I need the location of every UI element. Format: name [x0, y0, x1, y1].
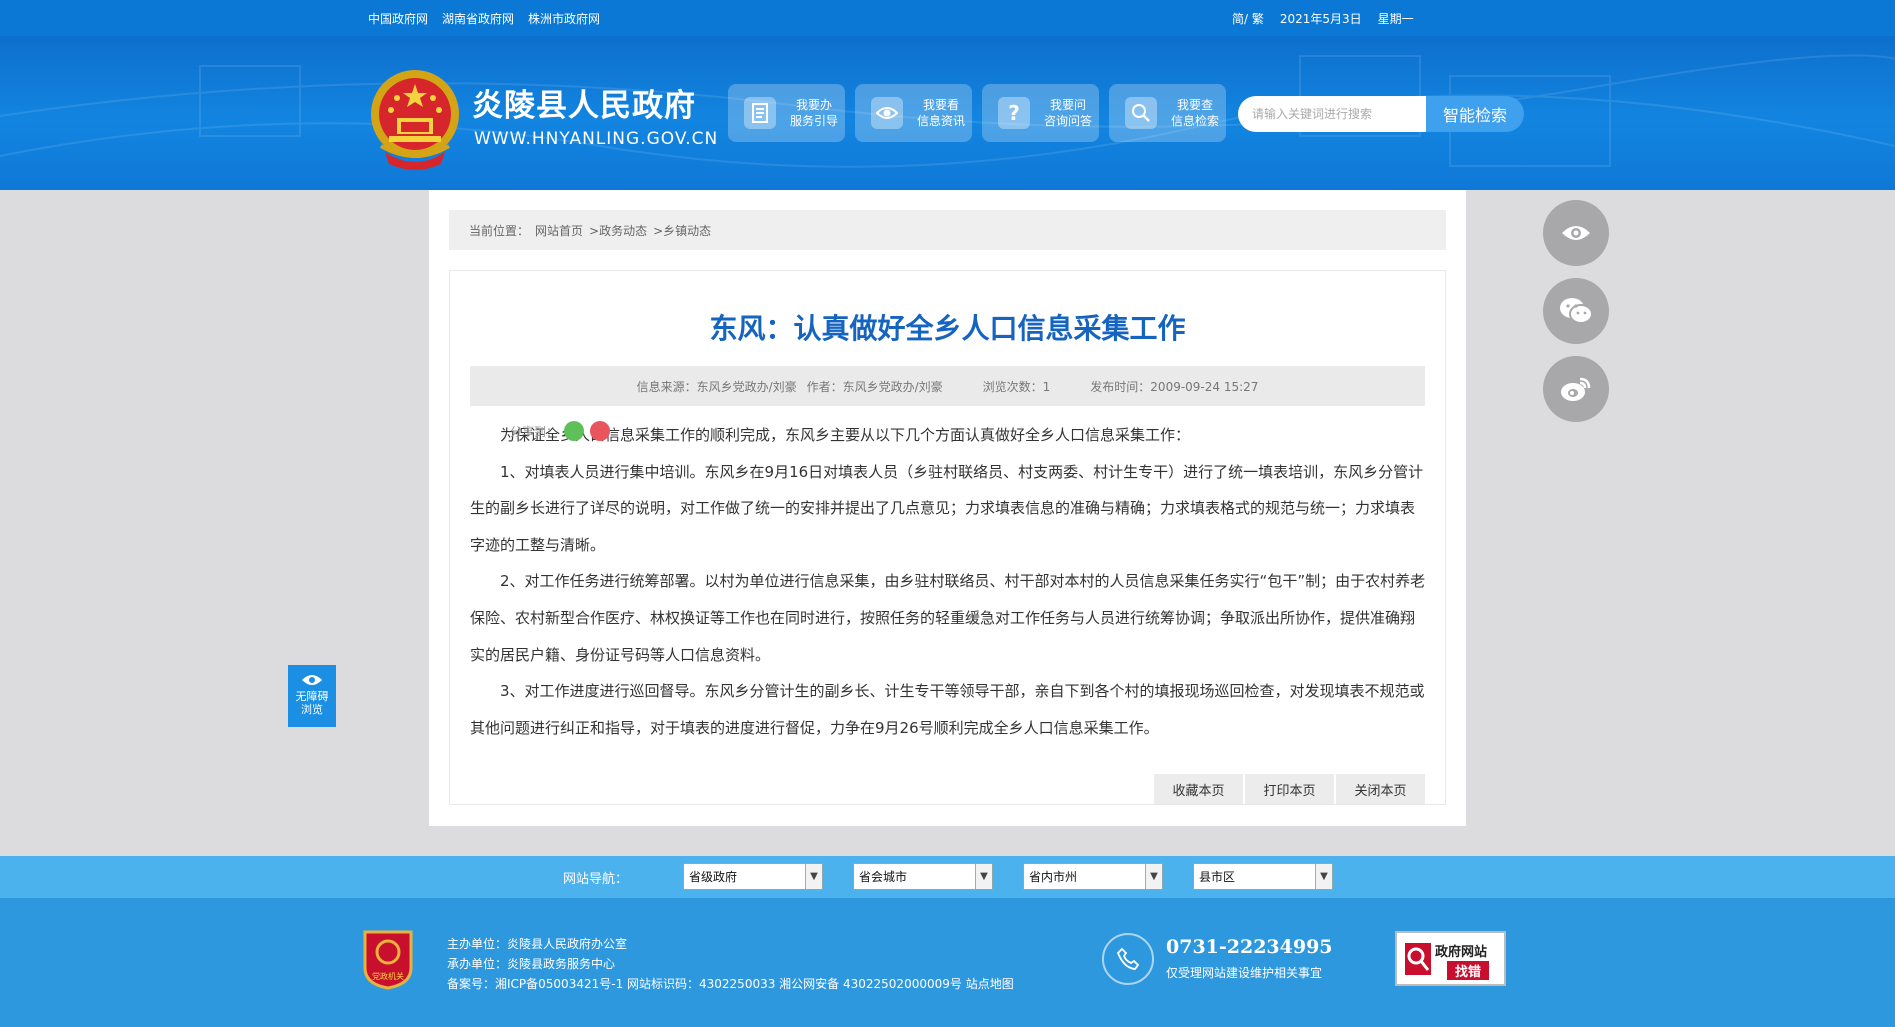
wechat-icon	[1560, 298, 1593, 324]
chevron-down-icon: ▼	[1315, 864, 1332, 889]
select-province-city-value: 省内市州	[1029, 870, 1078, 884]
nav-service-guide[interactable]: 我要办 服务引导	[728, 84, 845, 142]
gov-links: 中国政府网 湖南省政府网 株洲市政府网	[368, 10, 600, 27]
breadcrumb-label: 当前位置：	[469, 223, 530, 238]
footer-info: 主办单位：炎陵县人民政府办公室 承办单位：炎陵县政务服务中心 备案号：湘ICP备…	[447, 934, 1014, 994]
chevron-down-icon: ▼	[1145, 864, 1162, 889]
article-paragraph: 1、对填表人员进行集中培训。东风乡在9月16日对填表人员（乡驻村联络员、村支两委…	[470, 462, 1424, 554]
float-wechat-button[interactable]	[1543, 278, 1609, 344]
article-author: 作者：东风乡党政办/刘豪	[806, 379, 943, 394]
contact-phone-note: 仅受理网站建设维护相关事宜	[1166, 966, 1323, 980]
footer-record: 备案号：湘ICP备05003421号-1 网站标识码：4302250033 湘公…	[447, 977, 1014, 991]
report-error-line1: 政府网站	[1435, 945, 1488, 960]
float-weibo-button[interactable]	[1543, 356, 1609, 422]
footer-host: 主办单位：炎陵县人民政府办公室	[447, 937, 628, 951]
select-provincial-gov-value: 省级政府	[689, 870, 738, 884]
report-error-button[interactable]: 政府网站 找错	[1395, 931, 1506, 986]
article-title: 东风：认真做好全乡人口信息采集工作	[709, 312, 1186, 345]
article-views: 浏览次数：1	[982, 379, 1051, 394]
article-paragraph: 为保证全乡人口信息采集工作的顺利完成，东风乡主要从以下几个方面认真做好全乡人口信…	[500, 426, 1191, 444]
footer-nav: 网站导航： 省级政府 ▼ 省会城市 ▼ 省内市州 ▼ 县市区 ▼	[0, 856, 1895, 898]
bookmark-button[interactable]: 收藏本页	[1154, 774, 1243, 804]
site-domain: WWW.HNYANLING.GOV.CN	[474, 129, 719, 149]
current-date: 2021年5月3日	[1279, 12, 1362, 26]
article-paragraph: 2、对工作任务进行统筹部署。以村为单位进行信息采集，由乡驻村联络员、村干部对本村…	[470, 572, 1426, 664]
weibo-icon	[1561, 377, 1591, 401]
nav-info-label: 我要看 信息资讯	[917, 98, 966, 128]
chevron-down-icon: ▼	[805, 864, 822, 889]
close-page-button[interactable]: 关闭本页	[1336, 774, 1425, 804]
nav-consult-label: 我要问 咨询问答	[1044, 98, 1093, 128]
footer-nav-label: 网站导航：	[563, 872, 629, 887]
chevron-down-icon: ▼	[975, 864, 992, 889]
site-footer: 党政机关 主办单位：炎陵县人民政府办公室 承办单位：炎陵县政务服务中心 备案号：…	[0, 898, 1895, 1027]
select-capital-city[interactable]: 省会城市 ▼	[853, 863, 993, 890]
print-button[interactable]: 打印本页	[1245, 774, 1334, 804]
gov-link-zhuzhou[interactable]: 株洲市政府网	[528, 10, 600, 27]
contact-phone: 0731-22234995	[1166, 936, 1333, 958]
report-error-line2: 找错	[1447, 961, 1490, 980]
gov-link-hunan[interactable]: 湖南省政府网	[442, 10, 514, 27]
article-paragraph: 3、对工作进度进行巡回督导。东风乡分管计生的副乡长、计生专干等领导干部，亲自下到…	[470, 682, 1425, 737]
float-view-button[interactable]	[1543, 200, 1609, 266]
nav-consult[interactable]: ? 我要问 咨询问答	[982, 84, 1099, 142]
breadcrumb: 当前位置： 网站首页 >政务动态 >乡镇动态	[449, 210, 1446, 250]
share-wechat-icon[interactable]	[564, 421, 585, 441]
breadcrumb-home[interactable]: 网站首页	[535, 222, 583, 239]
eye-icon	[871, 97, 903, 129]
search-icon	[1405, 943, 1431, 975]
party-gov-badge-icon[interactable]: 党政机关	[361, 928, 415, 990]
current-weekday: 星期一	[1377, 12, 1414, 26]
svg-text:党政机关: 党政机关	[372, 971, 404, 981]
article-body: 为保证全乡人口信息采集工作的顺利完成，东风乡主要从以下几个方面认真做好全乡人口信…	[470, 417, 1428, 746]
select-capital-city-value: 省会城市	[859, 870, 908, 884]
footer-organizer: 承办单位：炎陵县政务服务中心	[447, 957, 616, 971]
nav-info[interactable]: 我要看 信息资讯	[855, 84, 972, 142]
article-actions: 收藏本页 打印本页 关闭本页	[1154, 774, 1425, 804]
eye-icon	[302, 675, 322, 685]
accessibility-button[interactable]: 无障碍 浏览	[288, 665, 336, 727]
accessibility-label-2: 浏览	[301, 703, 323, 716]
breadcrumb-news[interactable]: >政务动态	[589, 222, 647, 239]
share-bar: 分享到：	[510, 421, 611, 441]
phone-icon	[1102, 933, 1154, 985]
search-input[interactable]	[1238, 96, 1426, 132]
breadcrumb-township[interactable]: >乡镇动态	[653, 222, 711, 239]
national-emblem-icon	[371, 70, 459, 170]
nav-search-info[interactable]: 我要查 信息检索	[1109, 84, 1226, 142]
document-icon	[744, 97, 776, 129]
search-icon	[1125, 97, 1157, 129]
main-content: 当前位置： 网站首页 >政务动态 >乡镇动态 东风：认真做好全乡人口信息采集工作…	[429, 190, 1466, 826]
article-meta: 信息来源：东风乡党政办/刘豪 作者：东风乡党政办/刘豪 浏览次数：1 发布时间：…	[470, 366, 1425, 406]
select-county[interactable]: 县市区 ▼	[1193, 863, 1333, 890]
share-weibo-icon[interactable]	[590, 421, 611, 441]
gov-link-china[interactable]: 中国政府网	[368, 10, 428, 27]
search-box: 智能检索	[1238, 96, 1524, 132]
article: 东风：认真做好全乡人口信息采集工作 信息来源：东风乡党政办/刘豪 作者：东风乡党…	[449, 270, 1446, 805]
site-name: 炎陵县人民政府	[472, 88, 696, 124]
nav-service-guide-label: 我要办 服务引导	[790, 98, 839, 128]
article-published: 发布时间：2009-09-24 15:27	[1090, 379, 1259, 394]
question-icon: ?	[998, 97, 1030, 129]
lang-switch[interactable]: 简/ 繁	[1232, 10, 1264, 27]
select-provincial-gov[interactable]: 省级政府 ▼	[683, 863, 823, 890]
select-county-value: 县市区	[1199, 870, 1236, 884]
top-bar-right: 简/ 繁 2021年5月3日 星期一	[1232, 10, 1414, 27]
eye-icon	[1562, 226, 1590, 240]
article-source: 信息来源：东风乡党政办/刘豪	[636, 379, 797, 394]
search-button[interactable]: 智能检索	[1426, 96, 1524, 132]
share-label: 分享到：	[510, 424, 559, 439]
select-province-city[interactable]: 省内市州 ▼	[1023, 863, 1163, 890]
accessibility-label-1: 无障碍	[295, 690, 329, 703]
top-bar: 中国政府网 湖南省政府网 株洲市政府网 简/ 繁 2021年5月3日 星期一	[0, 0, 1895, 36]
site-header: 炎陵县人民政府 WWW.HNYANLING.GOV.CN 我要办 服务引导 我要看…	[0, 36, 1895, 190]
nav-search-info-label: 我要查 信息检索	[1171, 98, 1220, 128]
